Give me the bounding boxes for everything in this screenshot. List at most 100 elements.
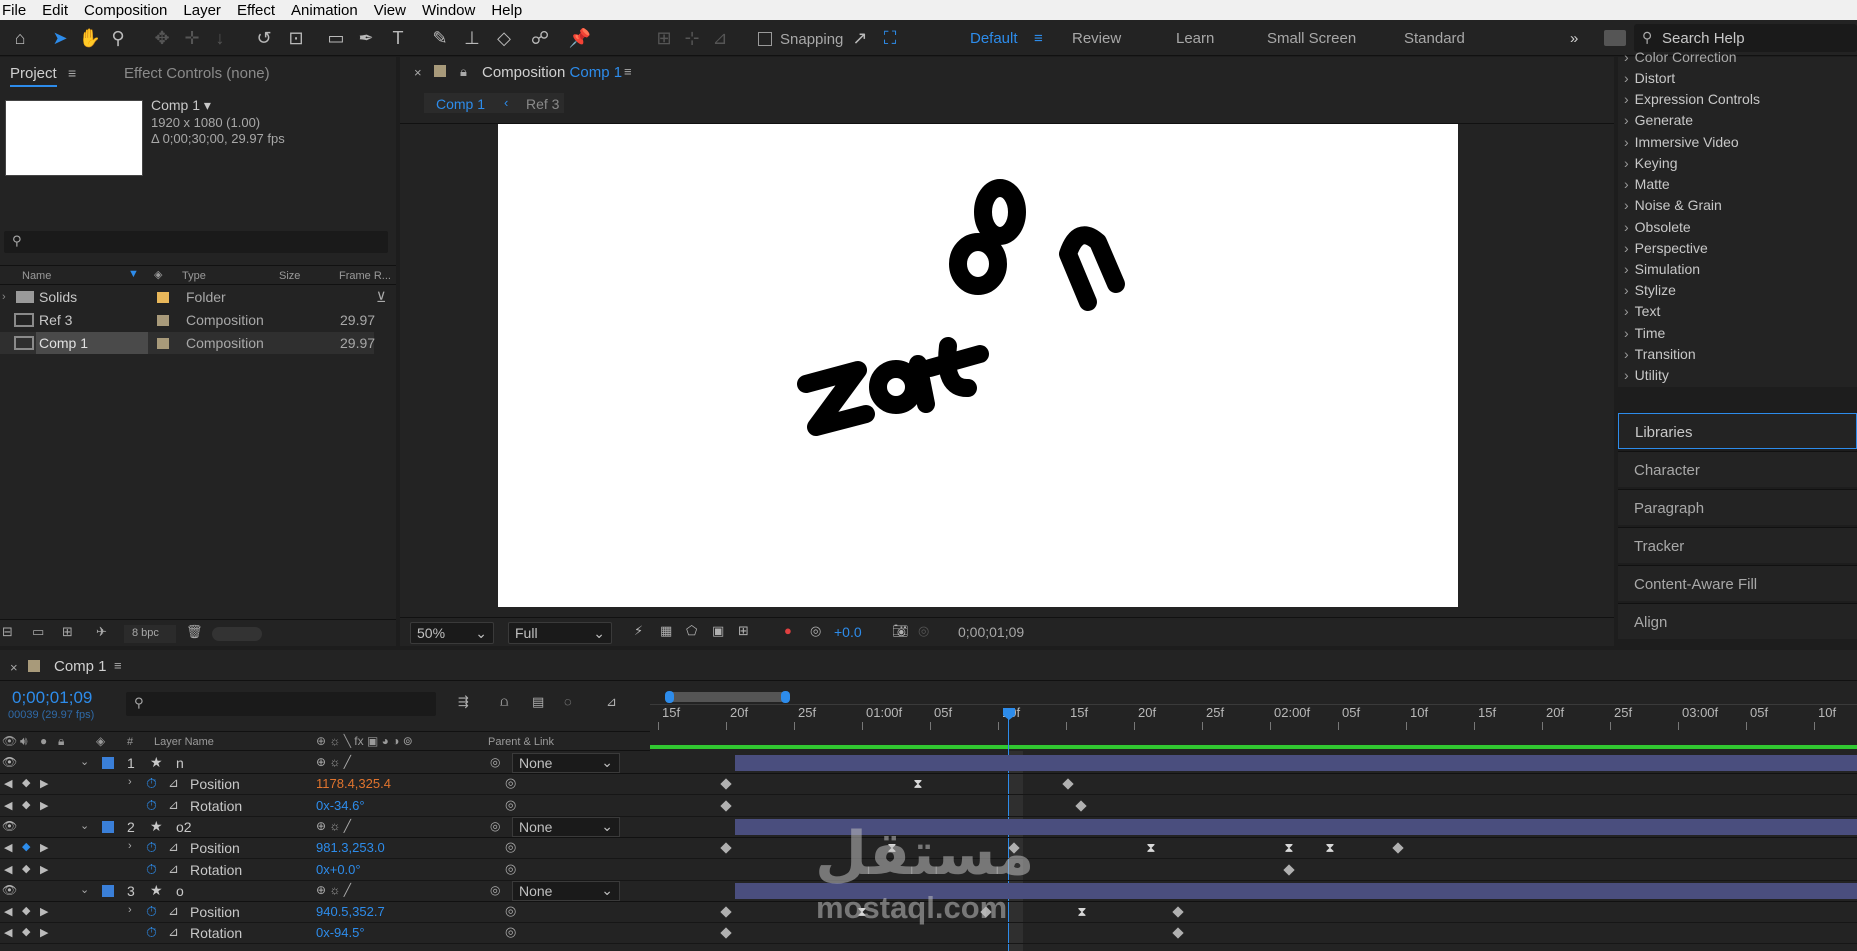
frame-blending-icon[interactable]: ▤ <box>532 694 544 710</box>
label-color-swatch[interactable] <box>157 292 169 303</box>
property-row[interactable]: ◀ ◆ ▶ › ⏱︎ ⊿ Position 1178.4,325.4 ◎ ⧗ <box>0 774 1857 796</box>
col-type[interactable]: Type <box>182 270 206 282</box>
bit-depth-button[interactable]: 8 bpc <box>124 625 176 643</box>
panel-paragraph[interactable]: Paragraph <box>1618 489 1857 525</box>
effect-category[interactable]: Text <box>1624 303 1661 319</box>
col-name[interactable]: Name <box>22 270 51 282</box>
timeline-tab[interactable]: Comp 1 <box>54 658 107 675</box>
flow-ref3[interactable]: Ref 3 <box>526 96 559 112</box>
motion-blur-icon[interactable]: ◌ <box>564 694 572 709</box>
show-snapshot-icon[interactable]: ◎ <box>918 623 929 639</box>
dolly-tool-icon[interactable]: ↓ <box>208 26 232 50</box>
pan-tool-icon[interactable]: ✛ <box>180 26 204 50</box>
keyframe-ease-icon[interactable]: ⧗ <box>1323 841 1337 855</box>
expression-pickwhip-icon[interactable]: ◎ <box>505 839 516 855</box>
render-queue-icon[interactable]: ✈ <box>96 624 107 640</box>
property-value[interactable]: 1178.4,325.4 <box>316 776 391 791</box>
keyframe-diamond[interactable] <box>1392 842 1404 854</box>
menu-effect[interactable]: Effect <box>229 2 283 19</box>
layer-name[interactable]: o <box>176 883 184 899</box>
next-keyframe-icon[interactable]: ▶ <box>40 926 48 939</box>
keyframe-toggle-icon[interactable]: ◆ <box>22 862 30 875</box>
composition-viewer[interactable] <box>498 124 1458 607</box>
tab-project[interactable]: Project <box>10 65 57 87</box>
effect-category[interactable]: Color Correction <box>1624 49 1737 65</box>
lock-icon[interactable]: 🔒︎ <box>460 64 467 80</box>
prev-keyframe-icon[interactable]: ◀ <box>4 777 12 790</box>
visibility-eye-icon[interactable]: 👁︎ <box>2 819 17 833</box>
layer-name[interactable]: n <box>176 755 184 771</box>
keyframe-diamond[interactable] <box>720 906 732 918</box>
property-value[interactable]: 0x-34.6° <box>316 798 365 813</box>
trash-icon[interactable]: 🗑 <box>186 624 203 640</box>
keyframe-diamond[interactable] <box>1075 799 1087 812</box>
type-tool-icon[interactable]: T <box>386 26 410 50</box>
project-search-input[interactable]: ⚲ <box>4 231 388 253</box>
timeline-menu-icon[interactable]: ≡ <box>114 658 122 673</box>
search-help-box[interactable]: ⚲ Search Help <box>1634 24 1857 52</box>
effect-category[interactable]: Matte <box>1624 176 1670 192</box>
next-keyframe-icon[interactable]: ▶ <box>40 799 48 812</box>
twirl-right-icon[interactable]: › <box>128 776 132 788</box>
stopwatch-icon[interactable]: ⏱︎ <box>146 924 157 941</box>
composition-menu-icon[interactable]: ≡ <box>624 64 632 79</box>
menu-layer[interactable]: Layer <box>175 2 229 19</box>
clone-stamp-tool-icon[interactable]: ⊥ <box>460 26 484 50</box>
layer-row[interactable]: 👁︎ ⌄ 1 ★ n ⊕ ☼ ╱ ◎ None ⌄ <box>0 753 1857 774</box>
panel-libraries[interactable]: Libraries <box>1618 413 1857 449</box>
label-color-swatch[interactable] <box>157 315 169 326</box>
layer-name-header[interactable]: Layer Name <box>154 736 214 748</box>
graph-editor-icon[interactable]: ⊿ <box>606 694 617 710</box>
project-scroll-slider[interactable] <box>212 627 262 641</box>
next-keyframe-icon[interactable]: ▶ <box>40 841 48 854</box>
rectangle-tool-icon[interactable]: ▭ <box>324 26 348 50</box>
keyframe-diamond[interactable] <box>1172 906 1184 918</box>
keyframe-toggle-icon[interactable]: ◆ <box>22 925 30 938</box>
keyframe-ease-icon[interactable]: ⧗ <box>911 777 925 791</box>
keyframe-toggle-icon[interactable]: ◆ <box>22 840 30 853</box>
layer-switches-icons[interactable]: ⊕ ☼ ╱ <box>316 819 351 833</box>
region-of-interest-icon[interactable]: ▣ <box>712 623 724 639</box>
layer-switches-icons[interactable]: ⊕ ☼ ╱ <box>316 755 351 769</box>
workspace-default[interactable]: Default <box>970 30 1018 47</box>
label-tag-icon[interactable]: ◈ <box>154 268 162 281</box>
keyframe-toggle-icon[interactable]: ◆ <box>22 776 30 789</box>
interpret-footage-icon[interactable]: ⊟ <box>2 624 13 640</box>
keyframe-diamond[interactable] <box>1283 863 1295 876</box>
effect-category[interactable]: Time <box>1624 325 1666 341</box>
flow-comp1[interactable]: Comp 1 <box>436 96 485 112</box>
prev-keyframe-icon[interactable]: ◀ <box>4 841 12 854</box>
prev-keyframe-icon[interactable]: ◀ <box>4 926 12 939</box>
snapshot-camera-icon[interactable]: 📷︎ <box>892 623 909 639</box>
effect-category[interactable]: Noise & Grain <box>1624 197 1722 213</box>
keyframe-diamond[interactable] <box>720 927 732 940</box>
brush-tool-icon[interactable]: ✎ <box>428 26 452 50</box>
workspace-review[interactable]: Review <box>1072 30 1121 47</box>
panel-character[interactable]: Character <box>1618 451 1857 487</box>
keyframe-ease-icon[interactable]: ⧗ <box>1075 905 1089 919</box>
work-area-start-handle[interactable] <box>665 691 674 703</box>
layer-switches-icons[interactable]: ⊕ ☼ ╱ <box>316 883 351 897</box>
pen-tool-icon[interactable]: ✒ <box>354 26 378 50</box>
property-row[interactable]: ◀ ◆ ▶ ⏱︎ ⊿ Rotation 0x-34.6° ◎ <box>0 796 1857 817</box>
prev-keyframe-icon[interactable]: ◀ <box>4 905 12 918</box>
tab-effect-controls[interactable]: Effect Controls (none) <box>124 65 270 82</box>
timeline-search-input[interactable]: ⚲ <box>126 692 436 716</box>
layer-duration-bar[interactable] <box>735 755 1857 771</box>
expand-arrow-icon[interactable]: › <box>2 291 6 303</box>
transparency-grid-icon[interactable]: ▦ <box>660 623 672 639</box>
label-color-swatch[interactable] <box>102 884 114 897</box>
effect-category[interactable]: Keying <box>1624 155 1678 171</box>
magnification-dropdown[interactable]: 50% ⌄ <box>410 622 494 644</box>
project-item-comp1[interactable]: Comp 1 Composition 29.97 <box>0 332 375 354</box>
keyframe-toggle-icon[interactable]: ◆ <box>22 904 30 917</box>
menu-view[interactable]: View <box>366 2 414 19</box>
property-value[interactable]: 981.3,253.0 <box>316 840 385 855</box>
property-row[interactable]: ◀ ◆ ▶ ⏱︎ ⊿ Rotation 0x-94.5° ◎ <box>0 923 1857 945</box>
draft-3d-icon[interactable]: ⩍ <box>500 694 508 710</box>
col-frame-rate[interactable]: Frame R... <box>339 270 391 282</box>
new-composition-icon[interactable]: ⊞ <box>62 624 73 640</box>
work-area-end-handle[interactable] <box>781 691 790 703</box>
stopwatch-icon[interactable]: ⏱︎ <box>146 839 157 856</box>
menu-help[interactable]: Help <box>483 2 530 19</box>
